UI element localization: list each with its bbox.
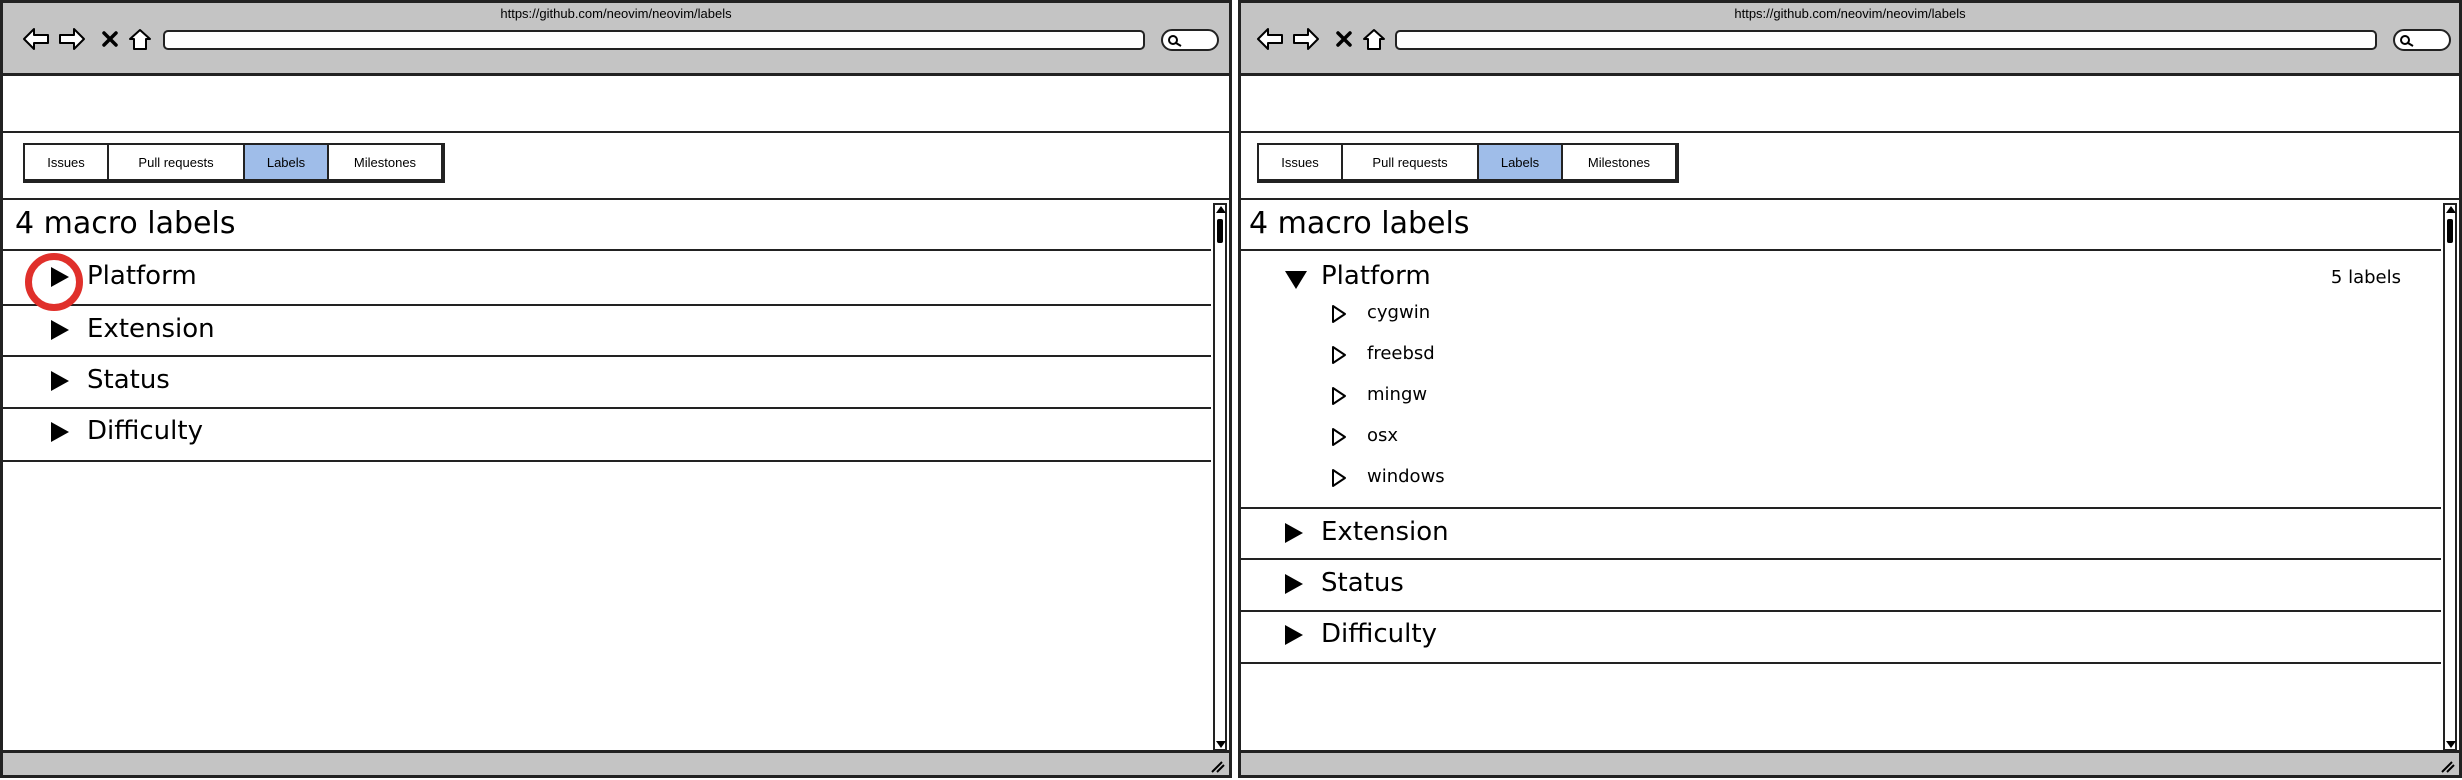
search-icon: [1168, 35, 1182, 47]
group-label: Extension: [87, 314, 215, 344]
scroll-down-arrow-icon[interactable]: [1216, 741, 1226, 748]
sub-label: cygwin: [1367, 302, 1431, 323]
browser-chrome: https://github.com/neovim/neovim/labels: [1241, 3, 2459, 76]
header-band: [1241, 76, 2459, 133]
expand-triangle-icon[interactable]: [51, 320, 69, 340]
group-row-platform[interactable]: Platform: [3, 252, 1211, 302]
home-icon[interactable]: [1359, 25, 1389, 53]
scroll-thumb[interactable]: [1217, 219, 1223, 243]
labels-panel: 4 macro labels Platform 5 labels cygwin …: [1241, 200, 2441, 751]
page-title: 4 macro labels: [15, 206, 236, 241]
tab-bar: Issues Pull requests Labels Milestones: [1257, 143, 1679, 183]
divider: [3, 249, 1211, 251]
group-label: Extension: [1321, 517, 1449, 547]
scroll-thumb[interactable]: [2447, 219, 2453, 243]
page-title: 4 macro labels: [1249, 206, 1470, 241]
forward-arrow-icon[interactable]: [57, 25, 87, 53]
home-icon[interactable]: [125, 25, 155, 53]
tab-labels[interactable]: Labels: [1479, 145, 1563, 179]
url-label: https://github.com/neovim/neovim/labels: [1734, 6, 1966, 21]
address-bar[interactable]: [163, 30, 1145, 50]
vertical-scrollbar[interactable]: [1213, 203, 1227, 751]
tab-issues[interactable]: Issues: [1259, 145, 1343, 179]
sub-label-row[interactable]: mingw: [1241, 376, 2441, 416]
outline-triangle-icon[interactable]: [1331, 427, 1347, 447]
scroll-up-arrow-icon[interactable]: [2446, 206, 2456, 213]
divider: [1241, 249, 2441, 251]
sub-label-row[interactable]: cygwin: [1241, 294, 2441, 334]
group-label: Platform: [1321, 261, 1431, 291]
outline-triangle-icon[interactable]: [1331, 345, 1347, 365]
address-bar[interactable]: [1395, 30, 2377, 50]
header-band: [3, 76, 1229, 133]
scroll-down-arrow-icon[interactable]: [2446, 741, 2456, 748]
browser-search-field[interactable]: [2393, 29, 2451, 51]
tab-milestones[interactable]: Milestones: [1563, 145, 1675, 179]
group-label: Difficulty: [87, 416, 203, 446]
group-row-extension[interactable]: Extension: [3, 305, 1211, 355]
sub-label: freebsd: [1367, 343, 1435, 364]
expand-triangle-icon[interactable]: [1285, 625, 1303, 645]
stop-x-icon[interactable]: [95, 25, 125, 53]
group-row-extension[interactable]: Extension: [1241, 508, 2441, 558]
outline-triangle-icon[interactable]: [1331, 304, 1347, 324]
sub-label: mingw: [1367, 384, 1428, 405]
outline-triangle-icon[interactable]: [1331, 468, 1347, 488]
sub-label-row[interactable]: windows: [1241, 458, 2441, 498]
sub-label: osx: [1367, 425, 1399, 446]
tab-labels[interactable]: Labels: [245, 145, 329, 179]
expand-triangle-icon[interactable]: [51, 422, 69, 442]
click-highlight-circle: [25, 253, 83, 311]
tab-bar: Issues Pull requests Labels Milestones: [23, 143, 445, 183]
resize-grip-icon[interactable]: [1209, 759, 1225, 773]
vertical-scrollbar[interactable]: [2443, 203, 2457, 751]
group-label: Status: [87, 365, 170, 395]
group-row-status[interactable]: Status: [3, 356, 1211, 406]
group-row-difficulty[interactable]: Difficulty: [1241, 610, 2441, 660]
sub-label: windows: [1367, 466, 1445, 487]
tab-issues[interactable]: Issues: [25, 145, 109, 179]
tab-pull-requests[interactable]: Pull requests: [1343, 145, 1479, 179]
status-bar: [1241, 750, 2459, 775]
search-icon: [2400, 35, 2414, 47]
group-row-difficulty[interactable]: Difficulty: [3, 407, 1211, 457]
group-row-status[interactable]: Status: [1241, 559, 2441, 609]
divider: [3, 460, 1211, 462]
sub-label-row[interactable]: osx: [1241, 417, 2441, 457]
group-label: Difficulty: [1321, 619, 1437, 649]
url-label: https://github.com/neovim/neovim/labels: [500, 6, 732, 21]
outline-triangle-icon[interactable]: [1331, 386, 1347, 406]
resize-grip-icon[interactable]: [2439, 759, 2455, 773]
scroll-up-arrow-icon[interactable]: [1216, 206, 1226, 213]
tab-milestones[interactable]: Milestones: [329, 145, 441, 179]
sub-label-row[interactable]: freebsd: [1241, 335, 2441, 375]
expand-triangle-icon[interactable]: [1285, 574, 1303, 594]
label-count: 5 labels: [2330, 267, 2401, 288]
group-label: Platform: [87, 261, 197, 291]
back-arrow-icon[interactable]: [21, 25, 51, 53]
group-label: Status: [1321, 568, 1404, 598]
status-bar: [3, 750, 1229, 775]
tab-pull-requests[interactable]: Pull requests: [109, 145, 245, 179]
back-arrow-icon[interactable]: [1255, 25, 1285, 53]
divider: [1241, 662, 2441, 664]
forward-arrow-icon[interactable]: [1291, 25, 1321, 53]
stop-x-icon[interactable]: [1329, 25, 1359, 53]
collapse-triangle-icon[interactable]: [1285, 271, 1307, 289]
browser-window-left: https://github.com/neovim/neovim/labels …: [0, 0, 1232, 778]
labels-panel: 4 macro labels Platform Extension Status…: [3, 200, 1211, 751]
expand-triangle-icon[interactable]: [1285, 523, 1303, 543]
browser-search-field[interactable]: [1161, 29, 1219, 51]
browser-window-right: https://github.com/neovim/neovim/labels …: [1238, 0, 2462, 778]
expand-triangle-icon[interactable]: [51, 371, 69, 391]
browser-chrome: https://github.com/neovim/neovim/labels: [3, 3, 1229, 76]
